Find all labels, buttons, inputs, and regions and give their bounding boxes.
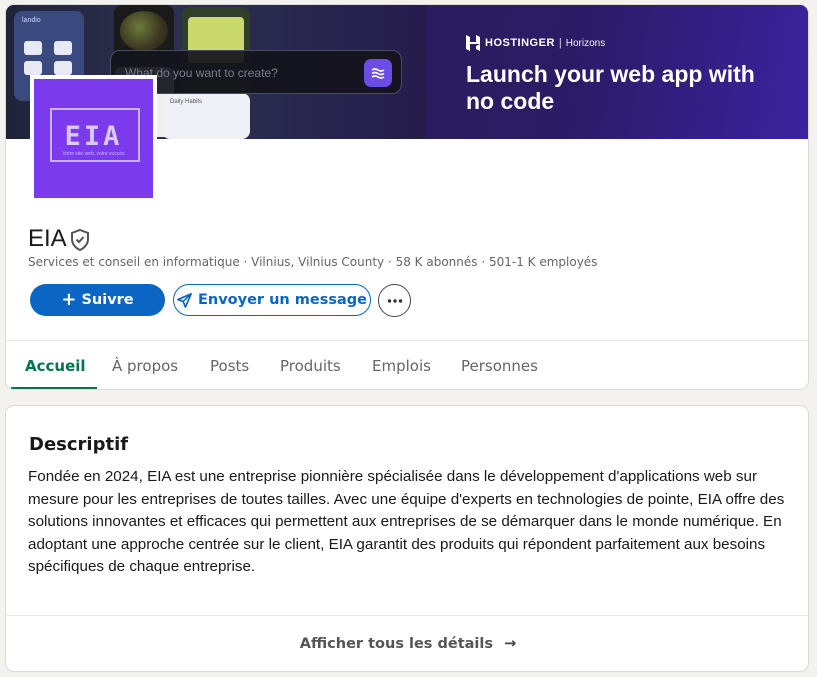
tab-posts[interactable]: Posts [210,357,249,375]
follow-label: Suivre [81,292,134,308]
brand-name: HOSTINGER [485,37,555,49]
tab-accueil[interactable]: Accueil [25,357,86,375]
banner-headline: Launch your web app with no code [466,61,755,114]
tab-emplois[interactable]: Emplois [372,357,431,375]
send-message-label: Envoyer un message [197,292,368,308]
hostinger-brand: HOSTINGER | Horizons [466,35,605,51]
plus-icon: + [61,288,77,310]
mock-habits-screen: Daily Habits [162,93,250,139]
show-all-label: Afficher tous les détails [299,636,493,652]
follow-button[interactable]: + Suivre [30,284,165,316]
tab-produits[interactable]: Produits [280,357,341,375]
waves-icon [364,59,392,87]
hostinger-logo-icon [466,35,480,51]
company-name: EIA [28,225,91,253]
mock-app-name: landio [22,17,41,24]
logo-text: EIA [64,121,123,152]
tabs-divider [6,340,808,341]
arrow-right-icon: → [504,636,517,652]
send-message-button[interactable]: Envoyer un message [173,284,371,316]
company-logo[interactable]: EIA Votre site web, votre succès [30,75,157,202]
about-divider [6,615,808,616]
tab-personnes[interactable]: Personnes [461,357,538,375]
company-meta: Services et conseil en informatique · Vi… [28,255,598,269]
about-card: Descriptif Fondée en 2024, EIA est une e… [5,405,809,672]
logo-tagline: Votre site web, votre succès [62,151,125,157]
ellipsis-icon [387,298,402,303]
more-options-button[interactable] [378,284,411,317]
company-profile-card: landio Daily Habits What do you want to … [5,4,809,390]
active-tab-indicator [11,387,97,389]
brand-sub: Horizons [565,37,606,49]
tab-a-propos[interactable]: À propos [112,357,178,375]
verified-shield-icon[interactable] [69,228,91,252]
show-all-details-link[interactable]: Afficher tous les détails → [6,636,808,652]
mock-card-title: Daily Habits [170,99,203,105]
send-icon [177,292,192,308]
company-name-text: EIA [28,225,67,252]
about-title: Descriptif [29,434,129,455]
about-description: Fondée en 2024, EIA est une entreprise p… [28,468,785,575]
